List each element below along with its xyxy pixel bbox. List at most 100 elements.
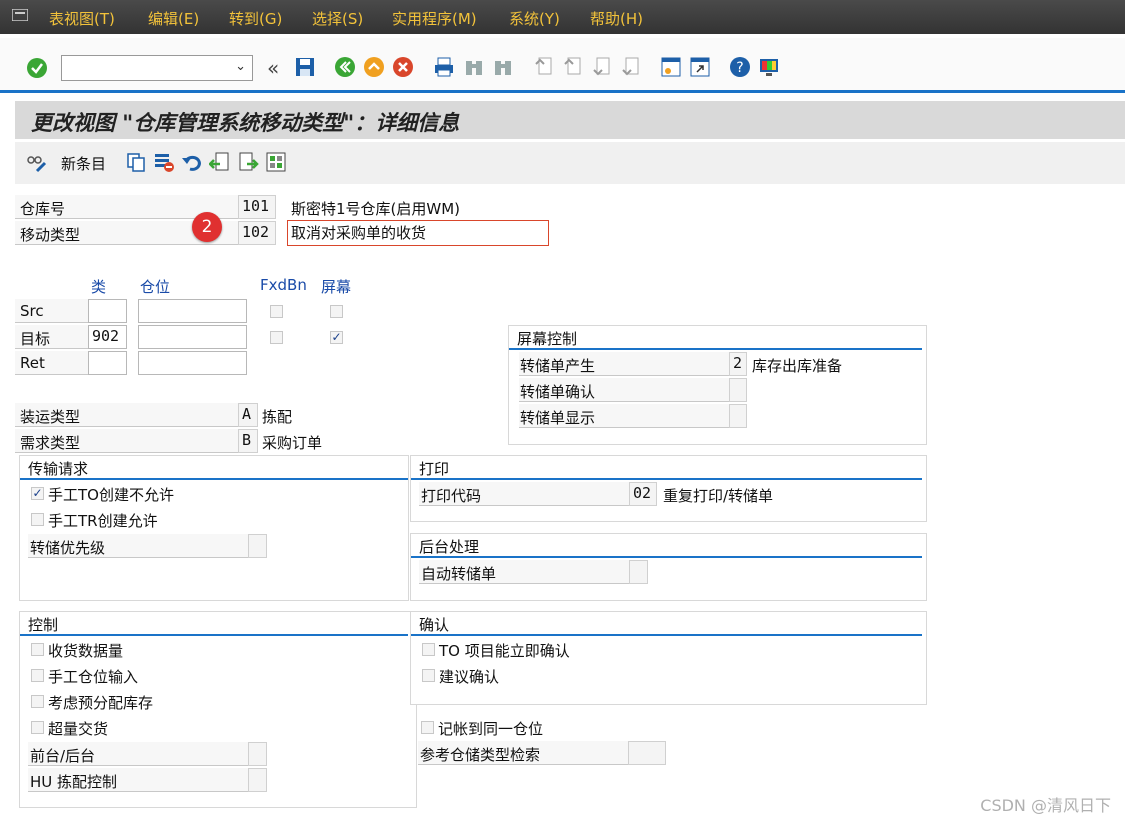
previous-entry-icon[interactable]: [209, 151, 231, 173]
select-all-icon[interactable]: [265, 151, 287, 173]
fg-bg-label: 前台/后台: [30, 747, 96, 765]
ret-type-field[interactable]: [88, 351, 127, 375]
command-field[interactable]: ⌄: [61, 55, 253, 81]
requirement-type-label: 需求类型: [20, 434, 81, 452]
customize-layout-icon[interactable]: [758, 56, 780, 78]
delete-icon[interactable]: [153, 151, 175, 173]
to-immediate-confirm-label: TO 项目能立即确认: [439, 642, 570, 660]
collapse-icon[interactable]: «: [267, 56, 279, 80]
new-session-icon[interactable]: [660, 56, 682, 78]
hu-picking-label: HU 拣配控制: [30, 773, 118, 791]
menu-select[interactable]: 选择(S): [312, 8, 363, 29]
warehouse-description: 斯密特1号仓库(启用WM): [291, 200, 461, 218]
to-display-field: [729, 404, 747, 428]
transfer-request-group: 传输请求 ✓ 手工TO创建不允许 手工TR创建允许 转储优先级: [19, 455, 409, 601]
standard-toolbar: ⌄ « ?: [0, 38, 1125, 93]
overdelivery-label: 超量交货: [48, 720, 109, 738]
requirement-type-description: 采购订单: [262, 434, 323, 452]
warehouse-label: 仓库号: [20, 200, 66, 218]
menu-system[interactable]: 系统(Y): [509, 8, 560, 29]
src-fxdbn-checkbox: [270, 305, 283, 318]
step-badge: 2: [192, 212, 222, 242]
previous-page-icon[interactable]: [562, 56, 584, 78]
screen-control-group: 屏幕控制 转储单产生 2 库存出库准备 转储单确认 转储单显示: [508, 325, 927, 445]
find-next-icon[interactable]: [492, 56, 514, 78]
suggest-confirm-label: 建议确认: [439, 668, 500, 686]
confirmation-group: 确认 TO 项目能立即确认 建议确认: [410, 611, 927, 705]
hu-picking-field: [248, 768, 267, 792]
cancel-icon[interactable]: [392, 56, 414, 78]
help-icon[interactable]: ?: [729, 56, 751, 78]
to-create-description: 库存出库准备: [752, 357, 843, 375]
find-icon[interactable]: [463, 56, 485, 78]
priority-field: [248, 534, 267, 558]
print-icon[interactable]: [433, 56, 455, 78]
page-title: 更改视图 "仓库管理系统移动类型"：详细信息: [31, 110, 460, 135]
post-same-bin-label: 记帐到同一仓位: [438, 720, 544, 738]
overdelivery-checkbox: [31, 721, 44, 734]
last-page-icon[interactable]: [620, 56, 642, 78]
print-code-label: 打印代码: [421, 487, 482, 505]
next-page-icon[interactable]: [591, 56, 613, 78]
src-screen-checkbox: [330, 305, 343, 318]
to-display-label: 转储单显示: [520, 409, 596, 427]
first-page-icon[interactable]: [533, 56, 555, 78]
auto-to-field: [629, 560, 648, 584]
control-group: 控制 收货数据量 手工仓位输入 考虑预分配库存 超量交货 前台/后台 HU 拣配…: [19, 611, 417, 808]
svg-text:?: ?: [736, 60, 743, 76]
to-create-field: 2: [729, 352, 747, 376]
next-entry-icon[interactable]: [237, 151, 259, 173]
chevron-down-icon[interactable]: ⌄: [235, 59, 246, 74]
manual-bin-checkbox: [31, 669, 44, 682]
preallocated-stock-label: 考虑预分配库存: [48, 694, 154, 712]
to-confirm-field: [729, 378, 747, 402]
exit-icon[interactable]: [363, 56, 385, 78]
control-title: 控制: [28, 616, 59, 634]
manual-bin-label: 手工仓位输入: [48, 668, 139, 686]
menu-utilities[interactable]: 实用程序(M): [392, 8, 477, 29]
menu-table-view[interactable]: 表视图(T): [49, 8, 115, 29]
fg-bg-field: [248, 742, 267, 766]
col-bin-header: 仓位: [140, 278, 171, 296]
col-screen-header: 屏幕: [321, 278, 352, 296]
src-bin-field[interactable]: [138, 299, 247, 323]
system-menu-icon[interactable]: [12, 9, 28, 21]
new-entries-button[interactable]: 新条目: [61, 153, 106, 174]
undo-icon[interactable]: [181, 151, 203, 173]
copy-as-icon[interactable]: [125, 151, 147, 173]
screen-control-title: 屏幕控制: [517, 330, 578, 348]
dest-label: 目标: [20, 330, 51, 348]
background-processing-group: 后台处理 自动转储单: [410, 533, 927, 601]
display-change-icon[interactable]: [25, 151, 47, 173]
shortcut-icon[interactable]: [689, 56, 711, 78]
enter-check-icon[interactable]: [26, 57, 48, 79]
menu-edit[interactable]: 编辑(E): [148, 8, 199, 29]
save-icon[interactable]: [294, 56, 316, 78]
shipping-type-label: 装运类型: [20, 408, 81, 426]
to-immediate-confirm-checkbox: [422, 643, 435, 656]
dest-type-field[interactable]: 902: [88, 325, 127, 349]
background-processing-title: 后台处理: [419, 538, 480, 556]
col-type-header: 类: [91, 278, 107, 296]
gr-quantity-label: 收货数据量: [48, 642, 124, 660]
menu-goto[interactable]: 转到(G): [229, 8, 282, 29]
movement-type-description-field[interactable]: 取消对采购单的收货: [287, 220, 549, 246]
transfer-request-title: 传输请求: [28, 460, 89, 478]
watermark: CSDN @清风日下: [980, 796, 1111, 815]
ref-storage-search-label: 参考仓储类型检索: [420, 746, 541, 764]
to-create-label: 转储单产生: [520, 357, 596, 375]
print-code-description: 重复打印/转储单: [663, 487, 774, 505]
warehouse-field: 101: [238, 195, 276, 219]
menu-help[interactable]: 帮助(H): [590, 8, 643, 29]
src-type-field[interactable]: [88, 299, 127, 323]
manual-tr-label: 手工TR创建允许: [48, 512, 158, 530]
auto-to-label: 自动转储单: [421, 565, 497, 583]
back-icon[interactable]: [334, 56, 356, 78]
requirement-type-field: B: [238, 429, 258, 453]
dest-bin-field[interactable]: [138, 325, 247, 349]
application-toolbar: 新条目: [15, 142, 1125, 184]
menu-bar: 表视图(T) 编辑(E) 转到(G) 选择(S) 实用程序(M) 系统(Y) 帮…: [0, 0, 1125, 34]
movement-type-field: 102: [238, 221, 276, 245]
ret-bin-field[interactable]: [138, 351, 247, 375]
to-confirm-label: 转储单确认: [520, 383, 596, 401]
